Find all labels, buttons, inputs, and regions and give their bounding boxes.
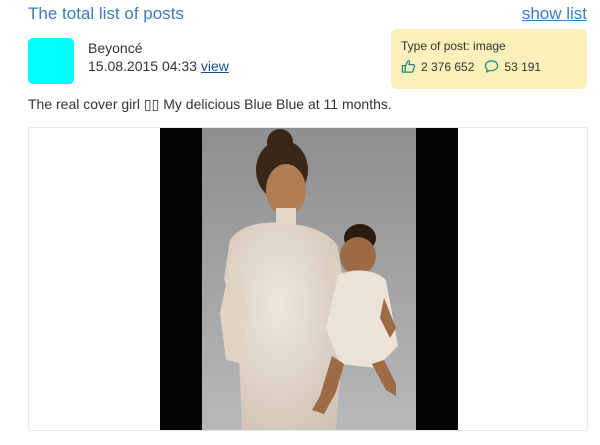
author-name[interactable]: Beyoncé: [88, 40, 142, 56]
post-datetime: 15.08.2015 04:33: [88, 58, 197, 74]
post-meta: 15.08.2015 04:33 view: [88, 58, 229, 74]
media-frame: [28, 127, 588, 431]
header-title: The total list of posts: [28, 4, 184, 23]
speech-bubble-icon: [485, 60, 499, 73]
thumbs-up-icon: [401, 60, 416, 73]
likes-stat: 2 376 652: [401, 59, 474, 74]
post-caption: The real cover girl ▯▯ My delicious Blue…: [28, 96, 392, 112]
comments-count: 53 191: [504, 59, 542, 74]
avatar[interactable]: [28, 38, 74, 84]
post-stats-box: Type of post: image 2 376 652 53 191: [391, 29, 587, 89]
photo-illustration: [160, 128, 458, 430]
likes-count: 2 376 652: [421, 59, 475, 74]
post-type-label: Type of post: image: [401, 39, 506, 53]
show-list-link[interactable]: show list: [522, 4, 587, 24]
stats-row: 2 376 652 53 191: [401, 59, 577, 74]
view-link[interactable]: view: [201, 58, 229, 74]
post-photo[interactable]: [160, 128, 458, 430]
comments-stat: 53 191: [484, 59, 541, 74]
